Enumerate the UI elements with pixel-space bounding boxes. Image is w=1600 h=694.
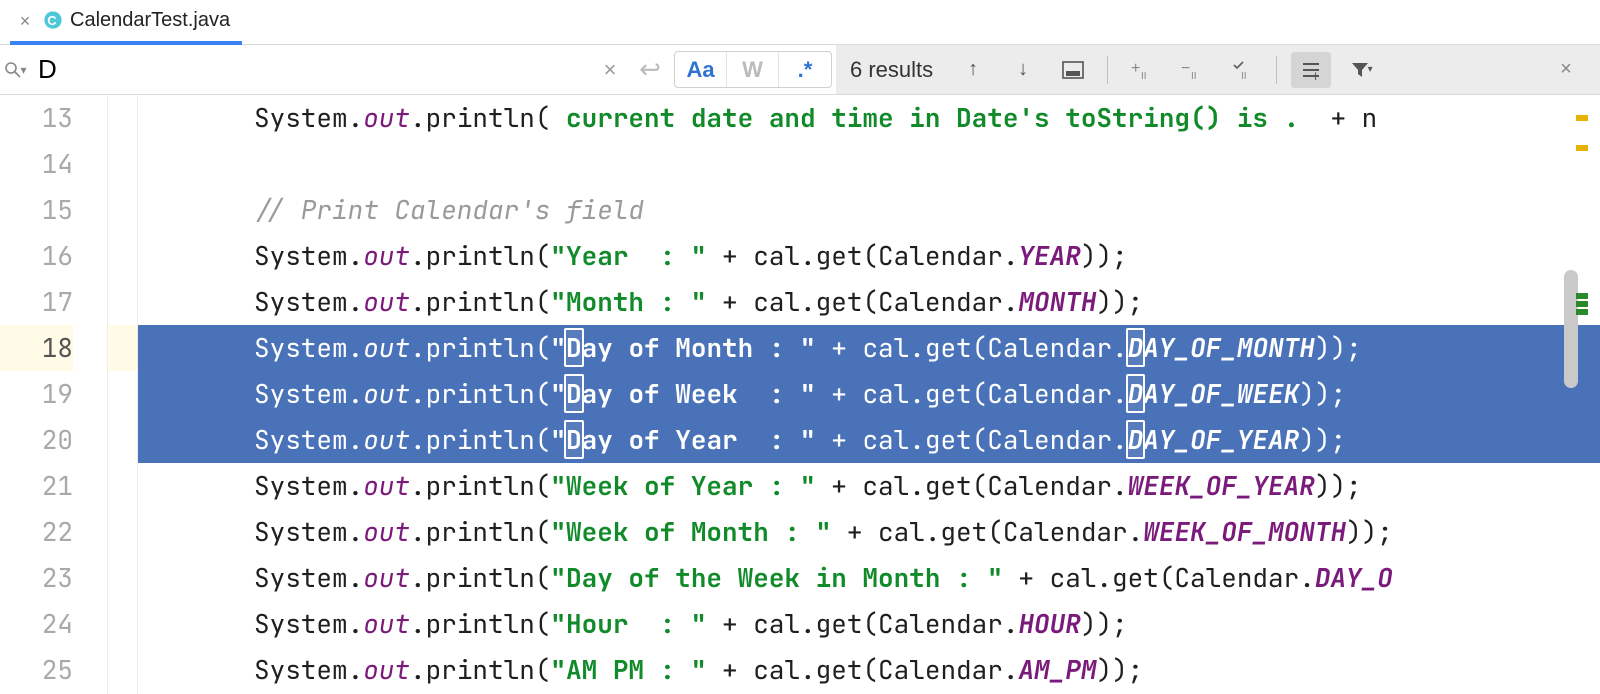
code-line[interactable]: System.out.println("Week of Year : " + c… [254, 463, 1600, 509]
line-number: 24 [0, 601, 73, 647]
line-number: 15 [0, 187, 73, 233]
search-icon[interactable]: ▾ [0, 45, 30, 94]
filter-icon[interactable]: ▾ [1341, 52, 1381, 88]
prev-match-button[interactable]: ↑ [953, 52, 993, 88]
line-number: 21 [0, 463, 73, 509]
code-editor[interactable]: 13141516171819202122232425 System.out.pr… [0, 95, 1600, 694]
select-all-button[interactable] [1053, 52, 1093, 88]
code-line[interactable]: System.out.println("AM PM : " + cal.get(… [254, 647, 1600, 693]
match-marker[interactable] [1576, 301, 1588, 307]
code-area[interactable]: System.out.println( current date and tim… [138, 95, 1600, 694]
search-input[interactable] [30, 45, 590, 94]
match-marker[interactable] [1576, 309, 1588, 315]
code-line[interactable]: System.out.println("Week of Month : " + … [254, 509, 1600, 555]
svg-text:II: II [1241, 71, 1247, 81]
java-class-icon [42, 11, 62, 31]
search-options: Aa W .* [674, 51, 832, 88]
warning-marker[interactable] [1576, 145, 1588, 151]
find-toolbar: 6 results ↑ ↓ +II −II II I ▾ × [836, 45, 1600, 94]
restore-icon[interactable]: ↩ [630, 45, 670, 94]
tab-calendartest[interactable]: × CalendarTest.java [10, 0, 242, 45]
code-line[interactable]: System.out.println("Day of the Week in M… [254, 555, 1600, 601]
tab-label: CalendarTest.java [70, 9, 230, 32]
svg-text:II: II [1191, 71, 1197, 81]
svg-text:I: I [1314, 71, 1317, 81]
close-find-bar-icon[interactable]: × [1546, 52, 1586, 88]
match-case-toggle[interactable]: Aa [675, 52, 727, 87]
code-line[interactable]: System.out.println("Day of Month : " + c… [254, 325, 1600, 371]
line-number: 14 [0, 141, 73, 187]
separator [1107, 56, 1108, 84]
line-number: 13 [0, 95, 73, 141]
line-gutter: 13141516171819202122232425 [0, 95, 108, 694]
regex-toggle[interactable]: .* [779, 52, 831, 87]
code-line[interactable]: // Print Calendar's field [254, 187, 1600, 233]
remove-selection-button[interactable]: −II [1172, 52, 1212, 88]
filter-lines-button[interactable]: I [1291, 52, 1331, 88]
match-marker[interactable] [1576, 293, 1588, 299]
line-number: 18 [0, 325, 73, 371]
line-number: 25 [0, 647, 73, 693]
code-line[interactable]: System.out.println("Year : " + cal.get(C… [254, 233, 1600, 279]
code-line[interactable]: System.out.println( current date and tim… [254, 95, 1600, 141]
line-number: 23 [0, 555, 73, 601]
add-selection-button[interactable]: +II [1122, 52, 1162, 88]
line-number: 17 [0, 279, 73, 325]
line-number: 16 [0, 233, 73, 279]
code-line[interactable]: System.out.println("Month : " + cal.get(… [254, 279, 1600, 325]
select-occurrences-button[interactable]: II [1222, 52, 1262, 88]
code-line[interactable]: System.out.println("Hour : " + cal.get(C… [254, 601, 1600, 647]
svg-text:−: − [1181, 60, 1190, 77]
code-line[interactable]: System.out.println("Day of Week : " + ca… [254, 371, 1600, 417]
svg-text:II: II [1141, 71, 1147, 81]
line-number: 20 [0, 417, 73, 463]
next-match-button[interactable]: ↓ [1003, 52, 1043, 88]
code-line[interactable]: System.out.println("Day of Year : " + ca… [254, 417, 1600, 463]
find-bar: ▾ × ↩ Aa W .* 6 results ↑ ↓ +II −II II I… [0, 45, 1600, 95]
clear-search-icon[interactable]: × [590, 45, 630, 94]
code-line[interactable] [254, 141, 1600, 187]
results-count: 6 results [850, 57, 933, 83]
tab-bar: × CalendarTest.java [0, 0, 1600, 45]
marker-strip[interactable] [1576, 95, 1588, 694]
warning-marker[interactable] [1576, 115, 1588, 121]
gutter-extra [108, 95, 138, 694]
line-number: 22 [0, 509, 73, 555]
svg-text:+: + [1131, 60, 1140, 77]
whole-word-toggle[interactable]: W [727, 52, 779, 87]
close-tab-icon[interactable]: × [16, 12, 34, 30]
separator [1276, 56, 1277, 84]
line-number: 19 [0, 371, 73, 417]
